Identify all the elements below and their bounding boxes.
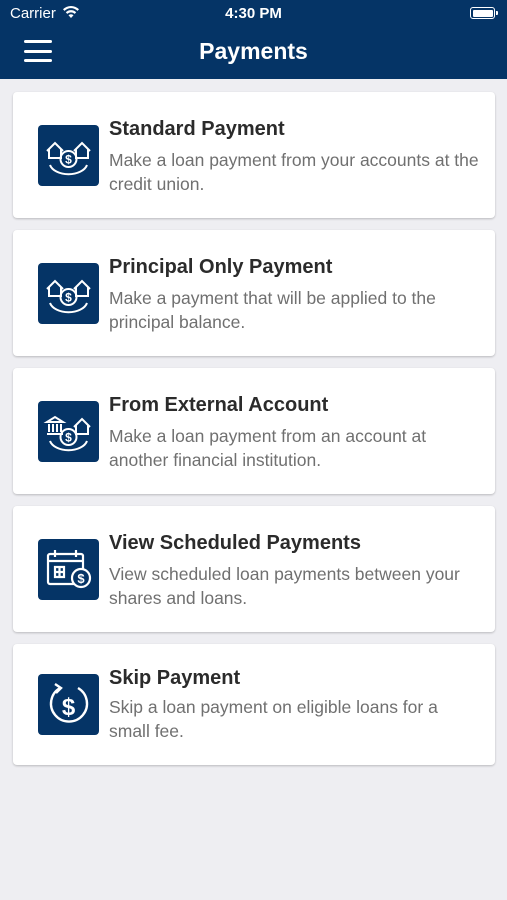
navigation-bar: Carrier 4:30 PM Payments bbox=[0, 0, 507, 79]
option-description: Make a payment that will be applied to t… bbox=[109, 288, 436, 332]
option-title: Standard Payment bbox=[109, 118, 285, 140]
option-description: Make a loan payment from your accounts a… bbox=[109, 150, 479, 194]
page-title: Payments bbox=[199, 38, 308, 64]
svg-text:$: $ bbox=[62, 694, 76, 721]
principal-only-payment-card[interactable]: $ Principal Only Payment Make a payment … bbox=[13, 230, 495, 356]
standard-payment-card[interactable]: $ Standard Payment Make a loan payment f… bbox=[13, 92, 495, 218]
status-time: 4:30 PM bbox=[225, 5, 282, 22]
option-title: View Scheduled Payments bbox=[109, 532, 361, 554]
option-description: View scheduled loan payments between you… bbox=[109, 564, 460, 608]
scheduled-payments-card[interactable]: $ View Scheduled Payments View scheduled… bbox=[13, 506, 495, 632]
svg-text:$: $ bbox=[65, 291, 72, 305]
svg-text:$: $ bbox=[77, 571, 85, 586]
option-description: Skip a loan payment on eligible loans fo… bbox=[109, 697, 438, 741]
cycle-dollar-icon: $ bbox=[38, 674, 99, 735]
external-account-card[interactable]: $ From External Account Make a loan paym… bbox=[13, 368, 495, 494]
option-title: Principal Only Payment bbox=[109, 256, 333, 278]
option-description: Make a loan payment from an account at a… bbox=[109, 426, 427, 470]
house-dollar-icon: $ bbox=[38, 263, 99, 324]
option-title: Skip Payment bbox=[109, 667, 241, 689]
svg-text:$: $ bbox=[65, 431, 72, 445]
bank-house-dollar-icon: $ bbox=[38, 401, 99, 462]
battery-icon bbox=[470, 7, 498, 19]
house-dollar-icon: $ bbox=[38, 125, 99, 186]
calendar-dollar-icon: $ bbox=[38, 539, 99, 600]
status-bar: Carrier 4:30 PM bbox=[0, 0, 507, 28]
option-title: From External Account bbox=[109, 394, 329, 416]
svg-text:$: $ bbox=[65, 153, 72, 167]
skip-payment-card[interactable]: $ Skip Payment Skip a loan payment on el… bbox=[13, 644, 495, 765]
